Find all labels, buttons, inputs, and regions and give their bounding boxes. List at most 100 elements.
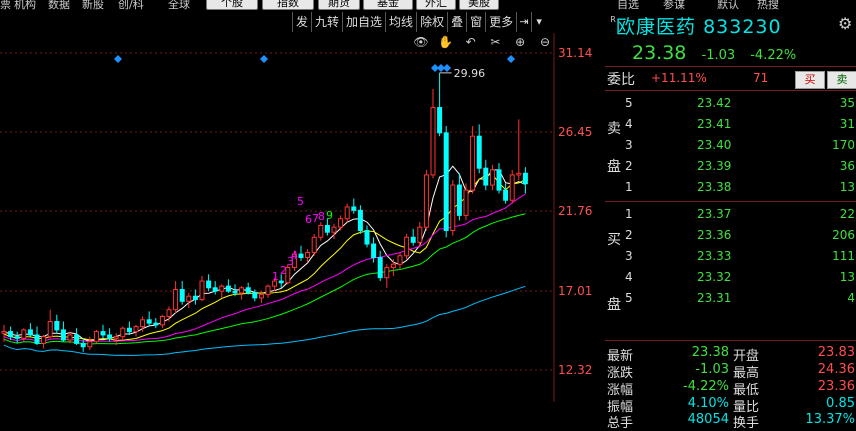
zoom-out-icon[interactable]: ⊖ (536, 35, 554, 49)
toolbar-add-watchlist-button[interactable]: 加自选 (342, 12, 385, 32)
count-label: 6 (305, 213, 312, 226)
level-price: 23.36 (697, 228, 732, 242)
candle-body (87, 341, 93, 348)
nav-item[interactable]: 自选 (617, 0, 639, 10)
event-marker-icon (507, 55, 515, 63)
buy-button[interactable]: 买 (795, 71, 825, 89)
level-number: 1 (625, 180, 633, 194)
stock-name: 欧康医药 (616, 16, 697, 38)
nav-item[interactable]: 热搜 (757, 0, 779, 10)
candle-body (417, 226, 423, 243)
stat-value: 48054 (687, 412, 729, 427)
candle-body (179, 288, 185, 302)
y-tick-label: 12.32 (558, 363, 592, 377)
candle-body (324, 224, 330, 233)
candle-body (311, 236, 317, 253)
candle-body (126, 327, 132, 333)
buy-level-row[interactable]: 3 23.33 111 (605, 246, 856, 266)
toolbar-more-button[interactable]: 更多 (485, 12, 516, 32)
candle-body (8, 331, 14, 338)
sell-level-row[interactable]: 1 23.38 13 (605, 177, 856, 197)
nav-button-futures[interactable]: 期货 (318, 0, 360, 10)
weibi-pct: +11.11% (651, 71, 707, 85)
nav-button-stock[interactable]: 个股 (206, 0, 258, 10)
collapse-panel-icon[interactable]: ⇥ (516, 12, 531, 32)
buy-level-row[interactable]: 5 23.31 4 (605, 288, 856, 308)
price-line: 23.38 -1.03 -4.22% (632, 42, 796, 64)
candle-body (298, 253, 304, 258)
toolbar-fa-button[interactable]: 发 (292, 12, 311, 32)
candle-body (80, 342, 86, 348)
candle-body (443, 132, 449, 232)
candle-body (159, 315, 165, 326)
candle-body (463, 189, 469, 216)
price-change-pct: -4.22% (750, 48, 797, 63)
nav-item[interactable]: 全球 (168, 0, 190, 10)
candle-body (67, 334, 73, 341)
candle-body (450, 184, 456, 232)
candle-body (258, 294, 264, 299)
candle-body (384, 267, 390, 279)
toolbar-overlay-button[interactable]: 叠 (447, 12, 466, 32)
toolbar-jiuzhuan-button[interactable]: 九转 (311, 12, 342, 32)
count-label: 5 (297, 195, 304, 208)
toolbar-window-button[interactable]: 窗 (466, 12, 485, 32)
candle-body (14, 336, 20, 339)
chevron-down-icon[interactable]: ▾ (531, 12, 546, 32)
candle-body (206, 280, 212, 289)
sell-button[interactable]: 卖 (827, 71, 856, 89)
nav-button-fund[interactable]: 基金 (363, 0, 413, 10)
buy-level-row[interactable]: 4 23.32 13 (605, 267, 856, 287)
candle-body (120, 327, 126, 338)
sell-level-row[interactable]: 4 23.41 31 (605, 114, 856, 134)
zoom-in-icon[interactable]: ⊕ (511, 35, 529, 49)
nav-item[interactable]: 参谋 (663, 0, 685, 10)
buy-level-row[interactable]: 2 23.36 206 (605, 225, 856, 245)
toolbar-exright-button[interactable]: 除权 (416, 12, 447, 32)
nav-button-us-stock[interactable]: 美股 (459, 0, 499, 10)
nav-button-forex[interactable]: 外汇 (416, 0, 456, 10)
candle-body (146, 319, 152, 324)
candle-body (100, 331, 106, 336)
level-number: 5 (625, 291, 633, 305)
candle-body (192, 295, 198, 301)
candle-body (318, 224, 324, 238)
nav-item[interactable]: 创/科 (118, 0, 144, 10)
kline-chart[interactable]: 31.1426.4521.7617.0112.3229.961 23456 7 8 9 (0, 33, 605, 402)
sell-level-row[interactable]: 2 23.39 36 (605, 156, 856, 176)
scissors-icon[interactable]: ✂ (486, 35, 504, 49)
gear-icon[interactable]: ⚙ (838, 14, 852, 33)
stat-label: 换手 (733, 416, 760, 431)
level-volume: 170 (832, 138, 855, 152)
level-price: 23.40 (697, 138, 732, 152)
nav-item[interactable]: 默认 (717, 0, 739, 10)
level-number: 3 (625, 138, 633, 152)
buy-level-row[interactable]: 1 23.37 22 (605, 204, 856, 224)
candle-body (107, 334, 113, 339)
sell-level-row[interactable]: 3 23.40 170 (605, 135, 856, 155)
nav-item[interactable]: 票 (0, 0, 11, 10)
level-volume: 111 (832, 249, 855, 263)
candle-body (331, 226, 337, 233)
candle-body (1, 331, 7, 334)
candle-body (483, 167, 489, 186)
level-number: 2 (625, 159, 633, 173)
candle-body (503, 189, 509, 201)
eye-icon[interactable]: 👁 (412, 35, 430, 49)
nav-button-index[interactable]: 指数 (262, 0, 314, 10)
count-label: 2 (280, 264, 287, 277)
stock-title: 欧康医药 833230 (616, 12, 782, 39)
undo-icon[interactable]: ↶ (462, 35, 480, 49)
nav-item[interactable]: 机构 (14, 0, 36, 10)
level-number: 4 (625, 117, 633, 131)
candle-body (489, 169, 495, 186)
hand-icon[interactable]: ✋ (437, 35, 455, 49)
stat-row: 总手 48054 换手 13.37% (605, 409, 856, 431)
nav-item[interactable]: 新股 (82, 0, 104, 10)
right-top-nav: 自选 参谋 默认 热搜 (605, 0, 856, 10)
toolbar-ma-button[interactable]: 均线 (385, 12, 416, 32)
level-number: 1 (625, 207, 633, 221)
sell-level-row[interactable]: 5 23.42 35 (605, 93, 856, 113)
nav-item[interactable]: 数据 (48, 0, 70, 10)
event-marker-icon (260, 55, 268, 63)
